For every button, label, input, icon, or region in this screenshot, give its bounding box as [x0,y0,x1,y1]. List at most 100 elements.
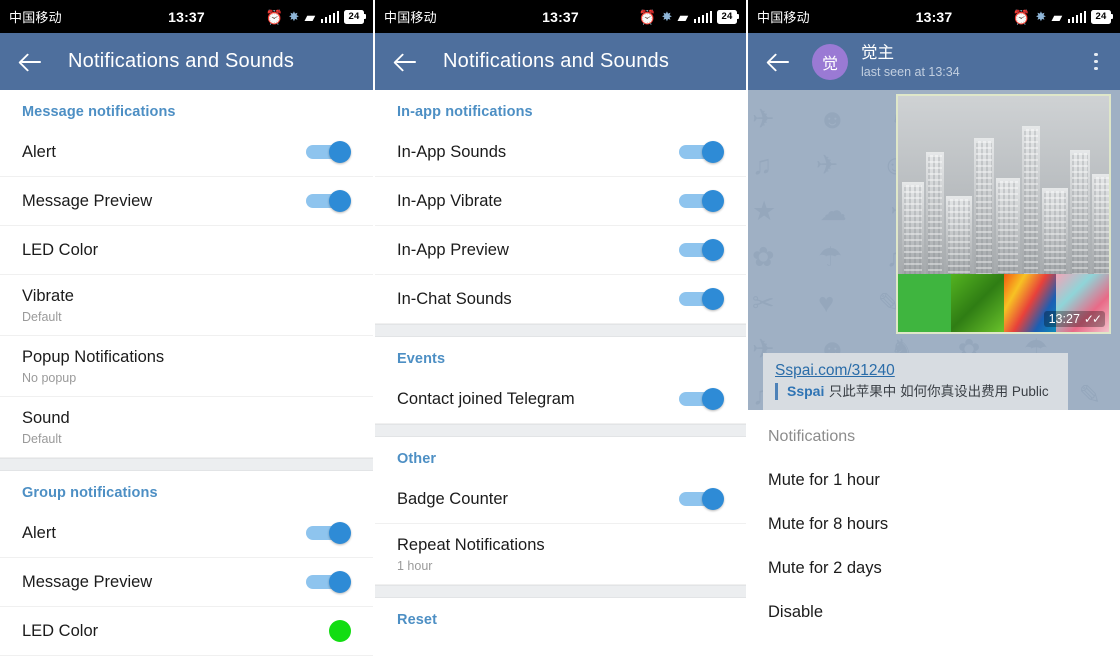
row-label: LED Color [22,621,99,640]
row-in-app-vibrate[interactable]: In-App Vibrate [375,177,746,226]
row-contact-joined-telegram[interactable]: Contact joined Telegram [375,375,746,424]
battery-icon: 24 [344,9,366,24]
row-led-color[interactable]: LED Color [0,226,373,275]
row-alert[interactable]: Alert [0,128,373,177]
chat-identity[interactable]: 觉主 last seen at 13:34 [861,44,960,80]
bluetooth-icon: ✸ [1035,9,1047,24]
settings-list[interactable]: Message notifications Alert Message Prev… [0,90,373,661]
signal-icon [693,10,712,23]
led-color-indicator[interactable] [329,620,351,642]
cityscape-photo [898,96,1109,278]
row-value: No popup [22,370,77,385]
status-bar: 中国移动 13:37 ⏰ ✸ ▰ 24 [748,0,1120,33]
message-timestamp: 13:27 [1048,312,1080,326]
section-header-other: Other [397,451,437,467]
chat-app-bar: 觉 觉主 last seen at 13:34 [748,33,1120,90]
row-value: Default [22,431,62,446]
toggle-in-app-preview[interactable] [679,239,724,261]
settings-list[interactable]: In-app notifications In-App Sounds In-Ap… [375,90,746,661]
back-arrow-icon[interactable] [18,49,44,75]
row-in-chat-sounds[interactable]: In-Chat Sounds [375,275,746,324]
sheet-item-mute-8-hours[interactable]: Mute for 8 hours [748,490,1120,534]
row-label: In-App Sounds [397,142,507,161]
sheet-item-mute-2-days[interactable]: Mute for 2 days [748,534,1120,578]
chat-message-area: ✈ ☻ ♞ ✿ ☂ ♫ ✈ ☺ ✂ ♥ ✎ ★ ☁ ✈ ☻ ♞ ✿ ☂ ♫ ✈ … [748,90,1120,410]
toggle-in-app-vibrate[interactable] [679,190,724,212]
row-group-alert[interactable]: Alert [0,509,373,558]
link-site-title: Sspai [787,383,825,399]
carrier-label: 中国移动 [9,10,62,25]
battery-icon: 24 [1091,9,1113,24]
section-header-reset[interactable]: Reset [375,598,746,636]
section-header-message-notifications: Message notifications [22,104,176,120]
chat-last-seen: last seen at 13:34 [861,65,960,80]
row-label: Sound [22,409,70,428]
wifi-icon: ▰ [304,8,316,25]
wifi-icon: ▰ [677,8,689,25]
section-header-events: Events [397,351,446,367]
row-label: In-App Preview [397,240,509,259]
row-label: In-Chat Sounds [397,289,512,308]
link-preview-card[interactable]: Sspai.com/31240 Sspai 只此苹果中 如何你真设出费用 Pub… [763,353,1068,410]
row-sound[interactable]: Sound Default [0,397,373,458]
toggle-group-alert[interactable] [306,522,351,544]
page-title: Notifications and Sounds [443,50,670,72]
row-message-preview[interactable]: Message Preview [0,177,373,226]
row-vibrate[interactable]: Vibrate Default [0,275,373,336]
panel-chat-notifications-sheet: 中国移动 13:37 ⏰ ✸ ▰ 24 觉 觉主 last seen at 13… [748,0,1120,661]
section-divider [0,458,373,471]
link-url[interactable]: Sspai.com/31240 [775,362,1056,380]
row-in-app-sounds[interactable]: In-App Sounds [375,128,746,177]
signal-icon [1067,10,1086,23]
section-header-group-notifications: Group notifications [22,485,158,501]
row-value: 1 hour [397,558,433,573]
link-description: 只此苹果中 如何你真设出费用 Public [828,384,1049,399]
page-title: Notifications and Sounds [68,50,295,72]
row-label: Alert [22,142,56,161]
toggle-badge-counter[interactable] [679,488,724,510]
overflow-menu-icon[interactable] [1086,50,1106,74]
back-arrow-icon[interactable] [766,49,792,75]
link-preview-body: Sspai 只此苹果中 如何你真设出费用 Public [775,383,1049,400]
row-label: In-App Vibrate [397,191,503,210]
panel-message-group-notifications: 中国移动 13:37 ⏰ ✸ ▰ 24 Notifications and So… [0,0,373,661]
three-panel-screenshot: 中国移动 13:37 ⏰ ✸ ▰ 24 Notifications and So… [0,0,1120,661]
wifi-icon: ▰ [1051,8,1063,25]
toggle-message-preview[interactable] [306,190,351,212]
status-icons: ⏰ ✸ ▰ 24 [266,8,366,25]
sheet-item-mute-1-hour[interactable]: Mute for 1 hour [748,446,1120,490]
toggle-group-message-preview[interactable] [306,571,351,593]
row-in-app-preview[interactable]: In-App Preview [375,226,746,275]
carrier-label: 中国移动 [757,10,810,25]
avatar[interactable]: 觉 [812,43,848,80]
status-icons: ⏰ ✸ ▰ 24 [638,8,739,25]
row-popup-notifications[interactable]: Popup Notifications No popup [0,336,373,397]
row-label: Message Preview [22,572,153,591]
alarm-icon: ⏰ [638,8,657,25]
status-icons: ⏰ ✸ ▰ 24 [1012,8,1113,25]
row-group-message-preview[interactable]: Message Preview [0,558,373,607]
row-label: Alert [22,523,56,542]
toggle-in-app-sounds[interactable] [679,141,724,163]
row-label: Badge Counter [397,489,508,508]
alarm-icon: ⏰ [1012,8,1031,25]
toggle-alert[interactable] [306,141,351,163]
row-label: Contact joined Telegram [397,389,575,408]
row-repeat-notifications[interactable]: Repeat Notifications 1 hour [375,524,746,585]
row-label: LED Color [22,240,99,259]
row-group-led-color[interactable]: LED Color [0,607,373,656]
back-arrow-icon[interactable] [393,49,419,75]
row-badge-counter[interactable]: Badge Counter [375,475,746,524]
signal-icon [320,10,339,23]
photo-message-bubble[interactable]: 13:27 ✓✓ [896,94,1111,334]
notifications-action-sheet: Notifications Mute for 1 hour Mute for 8… [748,410,1120,622]
toggle-contact-joined[interactable] [679,388,724,410]
status-bar: 中国移动 13:37 ⏰ ✸ ▰ 24 [375,0,746,33]
read-receipt-icon: ✓✓ [1083,312,1102,326]
row-label: Message Preview [22,191,153,210]
sheet-item-disable[interactable]: Disable [748,578,1120,622]
row-value: Default [22,309,62,324]
toggle-in-chat-sounds[interactable] [679,288,724,310]
panel-inapp-events-other: 中国移动 13:37 ⏰ ✸ ▰ 24 Notifications and So… [373,0,748,661]
app-bar: Notifications and Sounds [375,33,746,90]
